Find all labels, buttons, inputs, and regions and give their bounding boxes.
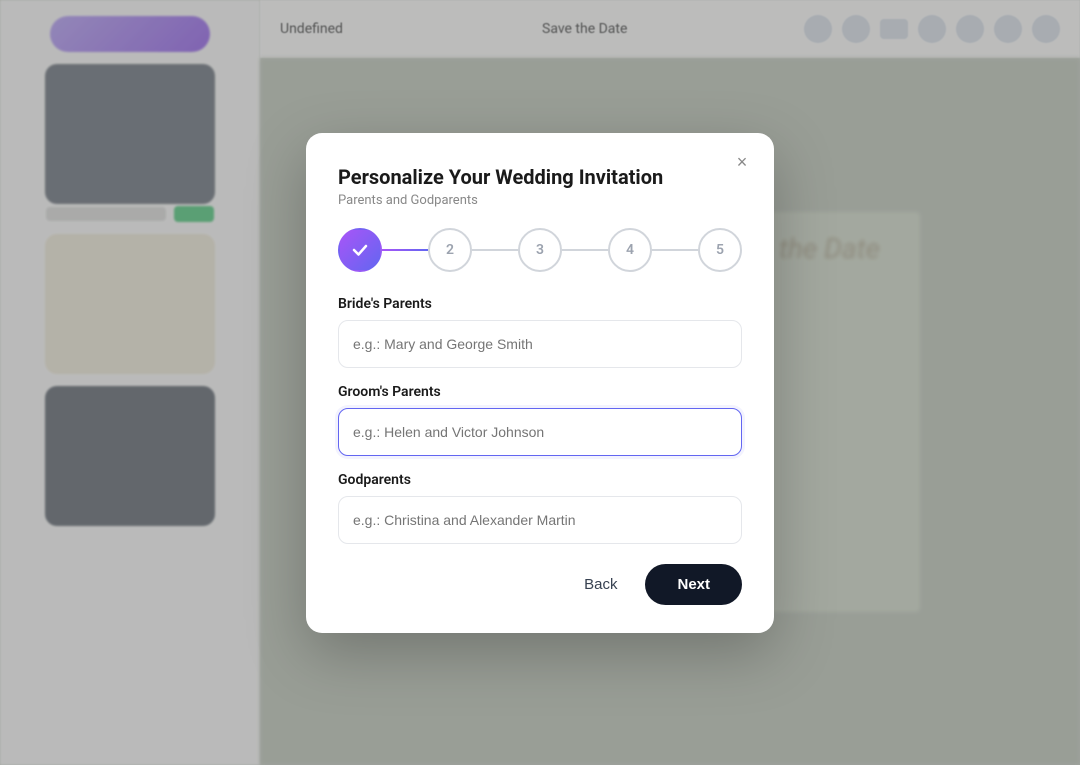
- step-2[interactable]: 2: [428, 228, 472, 272]
- brides-parents-label: Bride's Parents: [338, 296, 742, 312]
- close-button[interactable]: ×: [728, 149, 756, 177]
- checkmark-icon: [350, 240, 370, 260]
- modal-footer: Back Next: [338, 564, 742, 605]
- step-indicator: 2 3 4 5: [338, 228, 742, 272]
- back-button[interactable]: Back: [568, 566, 633, 603]
- godparents-label: Godparents: [338, 472, 742, 488]
- next-button[interactable]: Next: [645, 564, 742, 605]
- grooms-parents-group: Groom's Parents: [338, 384, 742, 456]
- close-icon: ×: [737, 152, 748, 173]
- step-5[interactable]: 5: [698, 228, 742, 272]
- step-3[interactable]: 3: [518, 228, 562, 272]
- brides-parents-group: Bride's Parents: [338, 296, 742, 368]
- modal-overlay: × Personalize Your Wedding Invitation Pa…: [0, 0, 1080, 765]
- step-line-2: [472, 249, 518, 251]
- grooms-parents-label: Groom's Parents: [338, 384, 742, 400]
- step-line-3: [562, 249, 608, 251]
- modal-title: Personalize Your Wedding Invitation: [338, 165, 742, 189]
- modal-subtitle: Parents and Godparents: [338, 193, 742, 208]
- step-line-4: [652, 249, 698, 251]
- step-4[interactable]: 4: [608, 228, 652, 272]
- grooms-parents-input[interactable]: [338, 408, 742, 456]
- step-line-1: [382, 249, 428, 251]
- step-1[interactable]: [338, 228, 382, 272]
- godparents-input[interactable]: [338, 496, 742, 544]
- brides-parents-input[interactable]: [338, 320, 742, 368]
- godparents-group: Godparents: [338, 472, 742, 544]
- modal-dialog: × Personalize Your Wedding Invitation Pa…: [306, 133, 774, 633]
